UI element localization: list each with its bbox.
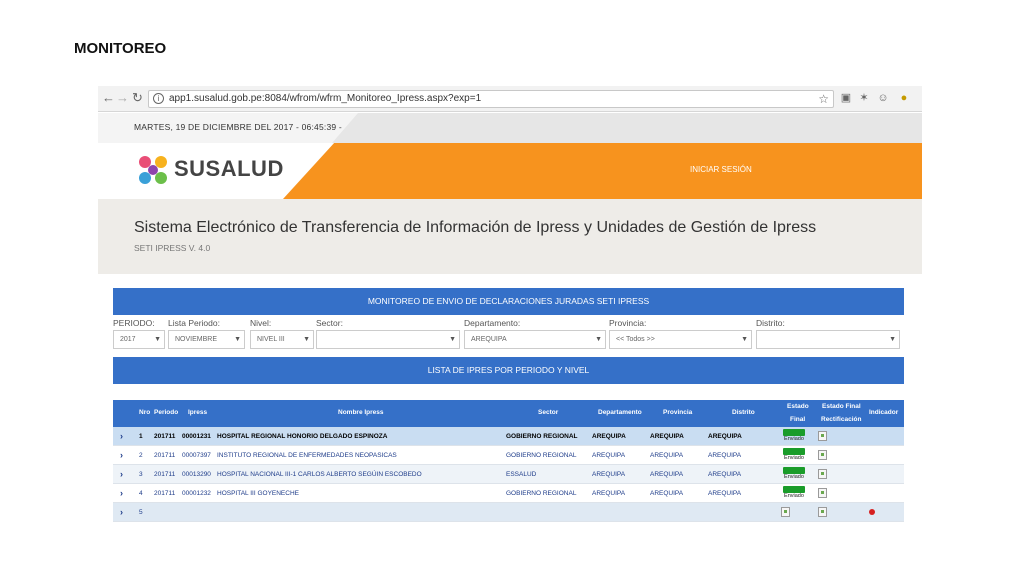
url-text: app1.susalud.gob.pe:8084/wfrom/wfrm_Moni… [169,93,482,104]
col-ipress: Ipress [188,409,208,416]
system-version: SETI IPRESS V. 4.0 [134,243,211,253]
menu-extension-icon[interactable]: ● [898,92,910,104]
system-title: Sistema Electrónico de Transferencia de … [134,219,817,236]
nivel-label: Nivel: [250,318,272,328]
table-row[interactable]: › 1 201711 00001231 HOSPITAL REGIONAL HO… [113,427,904,446]
slide-title: MONITOREO [74,40,167,57]
col-distrito: Distrito [732,409,755,416]
login-link[interactable]: INICIAR SESIÓN [690,165,752,174]
forward-icon[interactable]: → [116,91,129,105]
status-badge: Enviado [783,429,805,444]
periodo-select[interactable]: 2017 ▼ [113,330,165,349]
col-provincia: Provincia [663,409,693,416]
system-banner: Sistema Electrónico de Transferencia de … [98,199,922,274]
chevron-down-icon: ▼ [234,336,241,343]
reload-icon[interactable]: ↻ [132,91,143,105]
list-title-bar: LISTA DE IPRES POR PERIODO Y NIVEL [113,357,904,384]
bug-icon[interactable]: ✶ [858,92,870,104]
broken-image-icon [818,431,827,441]
address-bar[interactable]: i app1.susalud.gob.pe:8084/wfrom/wfrm_Mo… [148,90,834,108]
col-estado-rect-1: Estado Final [822,403,861,410]
status-badge: Enviado [783,448,805,463]
col-periodo: Periodo [154,409,179,416]
table-header: Nro Periodo Ipress Nombre Ipress Sector … [113,400,904,427]
provincia-select[interactable]: << Todos >> ▼ [609,330,752,349]
sector-select[interactable]: ▼ [316,330,460,349]
col-estado-final-1: Estado [787,403,809,410]
col-estado-rect-2: Rectificación [821,416,862,423]
table-row[interactable]: › 5 [113,503,904,522]
broken-image-icon [818,469,827,479]
col-nro: Nro [139,409,151,416]
sector-label: Sector: [316,318,343,328]
provincia-label: Provincia: [609,318,647,328]
indicator-dot [869,509,875,515]
susalud-logo-icon [139,156,167,184]
col-departamento: Departamento [598,409,642,416]
browser-toolbar: ← → ↻ i app1.susalud.gob.pe:8084/wfrom/w… [98,86,922,112]
star-icon[interactable]: ☆ [818,92,829,106]
chevron-down-icon: ▼ [889,336,896,343]
status-badge: Enviado [783,486,805,501]
monitor-title-bar: MONITOREO DE ENVIO DE DECLARACIONES JURA… [113,288,904,315]
chevron-down-icon: ▼ [595,336,602,343]
col-nombre: Nombre Ipress [338,409,384,416]
col-indicador: Indicador [869,409,899,416]
ipress-table: Nro Periodo Ipress Nombre Ipress Sector … [113,400,904,522]
status-badge: Enviado [783,467,805,482]
chevron-right-icon[interactable]: › [120,469,123,479]
current-date: MARTES, 19 DE DICIEMBRE DEL 2017 - 06:45… [134,122,342,132]
periodo-label: PERIODO: [113,318,155,328]
departamento-select[interactable]: AREQUIPA ▼ [464,330,606,349]
chevron-down-icon: ▼ [741,336,748,343]
col-sector: Sector [538,409,559,416]
chevron-down-icon: ▼ [303,336,310,343]
broken-image-icon [781,507,790,517]
header-orange-band [283,143,922,199]
table-row[interactable]: › 2 201711 00007397 INSTITUTO REGIONAL D… [113,446,904,465]
distrito-select[interactable]: ▼ [756,330,900,349]
chevron-down-icon: ▼ [449,336,456,343]
chevron-right-icon[interactable]: › [120,431,123,441]
lista-periodo-label: Lista Periodo: [168,318,220,328]
table-row[interactable]: › 3 201711 00013290 HOSPITAL NACIONAL II… [113,465,904,484]
col-estado-final-2: Final [790,416,806,423]
info-icon[interactable]: i [153,93,164,104]
nivel-select[interactable]: NIVEL III ▼ [250,330,314,349]
departamento-label: Departamento: [464,318,521,328]
table-row[interactable]: › 4 201711 00001232 HOSPITAL III GOYENEC… [113,484,904,503]
broken-image-icon [818,488,827,498]
extension-icon[interactable]: ▣ [840,92,852,104]
chevron-right-icon[interactable]: › [120,507,123,517]
chevron-right-icon[interactable]: › [120,488,123,498]
broken-image-icon [818,507,827,517]
distrito-label: Distrito: [756,318,785,328]
lista-periodo-select[interactable]: NOVIEMBRE ▼ [168,330,245,349]
chevron-right-icon[interactable]: › [120,450,123,460]
browser-screenshot: ← → ↻ i app1.susalud.gob.pe:8084/wfrom/w… [98,86,922,528]
site-logo-text: SUSALUD [174,156,284,181]
back-icon[interactable]: ← [102,91,115,105]
account-icon[interactable]: ☺ [877,92,889,104]
chevron-down-icon: ▼ [154,336,161,343]
broken-image-icon [818,450,827,460]
date-strip: MARTES, 19 DE DICIEMBRE DEL 2017 - 06:45… [98,113,922,143]
site-header: SUSALUD INICIAR SESIÓN [98,143,922,199]
